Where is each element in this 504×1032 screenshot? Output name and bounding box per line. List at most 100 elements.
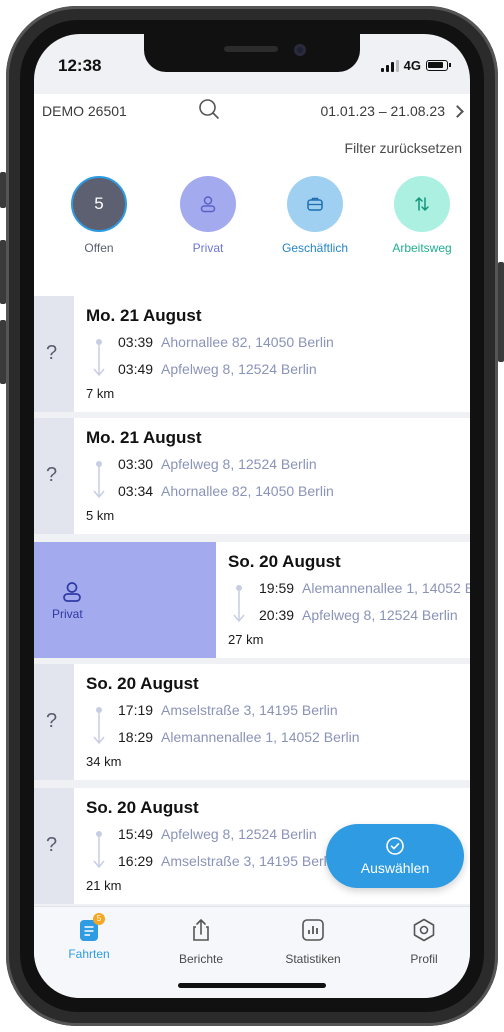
trip-card[interactable]: ? Mo. 21 August 03:39 Ahornallee 82, 1405…: [34, 296, 470, 412]
start-address: Apfelweg 8, 12524 Berlin: [161, 826, 317, 842]
category-offen[interactable]: 5 Offen: [54, 176, 144, 255]
chevron-right-icon: [451, 104, 464, 118]
end-time: 03:49: [118, 361, 154, 377]
trip-distance: 7 km: [86, 386, 115, 401]
tab-berichte[interactable]: Berichte: [151, 917, 251, 966]
trip-start: 03:39 Ahornallee 82, 14050 Berlin: [118, 334, 334, 350]
tab-label: Berichte: [178, 952, 224, 966]
route-icon: [233, 585, 245, 623]
trip-end: 03:34 Ahornallee 82, 14050 Berlin: [118, 483, 334, 499]
end-address: Alemannenallee 1, 14052 Berlin: [161, 729, 360, 745]
status-time: 12:38: [58, 56, 102, 75]
tab-label: Profil: [410, 952, 438, 966]
category-arbeitsweg[interactable]: Arbeitsweg: [377, 176, 467, 255]
end-time: 03:34: [118, 483, 154, 499]
unclassified-icon: ?: [46, 834, 58, 856]
unclassified-icon: ?: [46, 710, 58, 732]
swipe-action-label: Privat: [52, 607, 83, 621]
category-privat[interactable]: Privat: [163, 176, 253, 255]
end-address: Amselstraße 3, 14195 Berlin: [161, 853, 338, 869]
trip-distance: 34 km: [86, 754, 122, 769]
start-address: Amselstraße 3, 14195 Berlin: [161, 702, 338, 718]
speaker: [224, 46, 278, 52]
account-selector[interactable]: DEMO 26501: [42, 103, 127, 119]
start-address: Alemannenallee 1, 14052 Berlin: [302, 580, 470, 596]
signal-icon: [380, 59, 399, 72]
route-icon: [93, 707, 105, 745]
tab-profil[interactable]: Profil: [374, 917, 470, 966]
trip-card[interactable]: ? So. 20 August 17:19 Amselstraße 3, 1419…: [34, 664, 470, 780]
trip-card-swiped[interactable]: Privat So. 20 August 19:59 Alemannenallee…: [34, 542, 470, 658]
unclassified-icon: ?: [46, 464, 58, 486]
end-time: 16:29: [118, 853, 154, 869]
status-indicators: 4G: [380, 58, 451, 73]
trip-end: 03:49 Apfelweg 8, 12524 Berlin: [118, 361, 317, 377]
end-time: 20:39: [259, 607, 295, 623]
end-address: Apfelweg 8, 12524 Berlin: [161, 361, 317, 377]
power-button: [498, 262, 504, 362]
tab-statistiken[interactable]: Statistiken: [263, 917, 363, 966]
trip-date: So. 20 August: [86, 798, 199, 817]
trip-date: Mo. 21 August: [86, 306, 202, 325]
trip-date: So. 20 August: [228, 552, 341, 571]
trip-start: 03:30 Apfelweg 8, 12524 Berlin: [118, 456, 317, 472]
start-time: 15:49: [118, 826, 154, 842]
trip-end: 18:29 Alemannenallee 1, 14052 Berlin: [118, 729, 360, 745]
profile-hex-icon: [413, 918, 435, 942]
start-address: Apfelweg 8, 12524 Berlin: [161, 456, 317, 472]
count-badge: 5: [71, 176, 127, 232]
check-circle-icon: [386, 837, 404, 855]
person-icon: [180, 176, 236, 232]
filter-reset-link[interactable]: Filter zurücksetzen: [345, 140, 462, 156]
trip-date: Mo. 21 August: [86, 428, 202, 447]
route-icon: [93, 831, 105, 869]
start-address: Ahornallee 82, 14050 Berlin: [161, 334, 334, 350]
end-address: Ahornallee 82, 14050 Berlin: [161, 483, 334, 499]
trip-distance: 21 km: [86, 878, 122, 893]
stats-icon: [302, 919, 324, 941]
end-address: Apfelweg 8, 12524 Berlin: [302, 607, 458, 623]
unclassified-icon: ?: [46, 342, 58, 364]
trip-end: 16:29 Amselstraße 3, 14195 Berlin: [118, 853, 338, 869]
share-icon: [193, 919, 209, 941]
trip-card[interactable]: ? Mo. 21 August 03:30 Apfelweg 8, 12524 B…: [34, 418, 470, 534]
trip-start: 15:49 Apfelweg 8, 12524 Berlin: [118, 826, 317, 842]
select-button-label: Auswählen: [360, 860, 430, 876]
battery-icon: [426, 60, 451, 71]
route-icon: [93, 339, 105, 377]
start-time: 03:30: [118, 456, 154, 472]
tab-badge: 5: [93, 913, 105, 925]
tab-label: Statistiken: [285, 952, 341, 966]
swipe-action-privat[interactable]: Privat: [34, 542, 216, 658]
trip-end: 20:39 Apfelweg 8, 12524 Berlin: [259, 607, 458, 623]
start-time: 03:39: [118, 334, 154, 350]
tab-fahrten[interactable]: 5 Fahrten: [39, 913, 139, 961]
home-indicator[interactable]: [178, 983, 326, 988]
tab-label: Fahrten: [68, 947, 110, 961]
category-label: Geschäftlich: [281, 241, 349, 255]
camera: [294, 44, 306, 56]
trip-date: So. 20 August: [86, 674, 199, 693]
swap-arrows-icon: [394, 176, 450, 232]
date-range-label: 01.01.23 – 21.08.23: [320, 103, 445, 119]
end-time: 18:29: [118, 729, 154, 745]
trip-distance: 27 km: [228, 632, 264, 647]
category-label: Offen: [84, 241, 114, 255]
trips-icon: 5: [76, 913, 105, 943]
category-label: Arbeitsweg: [392, 241, 452, 255]
search-icon[interactable]: [198, 98, 220, 120]
date-range-selector[interactable]: 01.01.23 – 21.08.23: [320, 103, 464, 119]
route-icon: [93, 461, 105, 499]
trip-start: 17:19 Amselstraße 3, 14195 Berlin: [118, 702, 338, 718]
select-button[interactable]: Auswählen: [326, 824, 464, 888]
category-label: Privat: [192, 241, 224, 255]
trip-distance: 5 km: [86, 508, 115, 523]
person-icon: [63, 582, 81, 602]
network-label: 4G: [403, 58, 421, 73]
start-time: 17:19: [118, 702, 154, 718]
trip-start: 19:59 Alemannenallee 1, 14052 Berlin: [259, 580, 470, 596]
notch: [144, 34, 360, 72]
category-geschaeftlich[interactable]: Geschäftlich: [270, 176, 360, 255]
briefcase-icon: [287, 176, 343, 232]
start-time: 19:59: [259, 580, 295, 596]
